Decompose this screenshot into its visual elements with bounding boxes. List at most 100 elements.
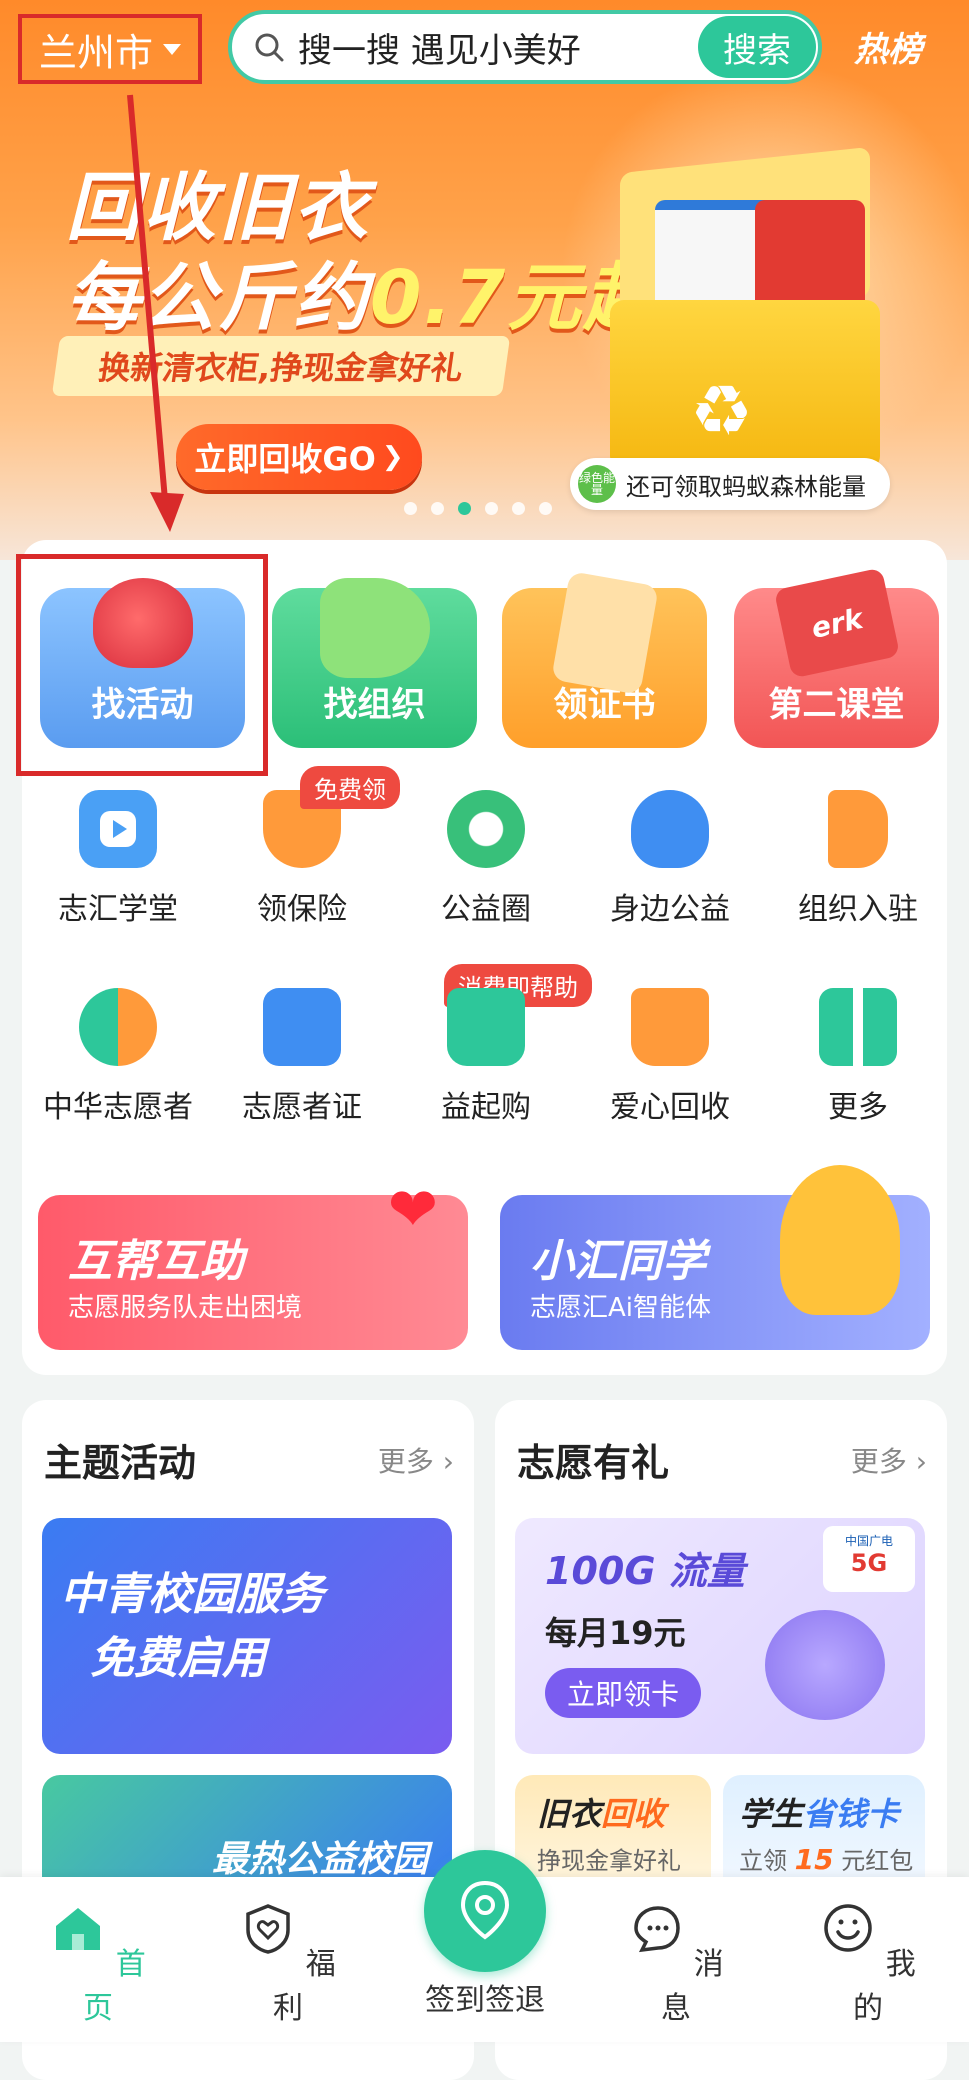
heart-icon: ❤ <box>387 1175 438 1245</box>
ai-assistant-promo[interactable]: 小汇同学 志愿汇Ai智能体 <box>500 1165 930 1350</box>
grid-icon <box>819 988 897 1066</box>
service-nearby-charity[interactable]: 身边公益 <box>590 790 750 928</box>
volunteer-logo-icon <box>79 988 157 1066</box>
leaf-ring-icon <box>447 790 525 868</box>
data-plan-price: 每月19元 <box>545 1614 686 1652</box>
mini-card-subtitle-part1: 立领 <box>739 1847 787 1875</box>
free-tag-badge: 免费领 <box>300 766 400 809</box>
mutual-help-promo[interactable]: 互帮互助 志愿服务队走出困境 ❤ <box>38 1175 468 1350</box>
flag-icon <box>828 790 888 868</box>
carrier-logo: 中国广电 5G <box>823 1526 915 1592</box>
tab-messages[interactable]: 消息 <box>616 1900 736 2027</box>
green-energy-badge: 绿色能量 <box>578 465 616 503</box>
service-label: 志汇学堂 <box>58 892 178 927</box>
heart-location-icon <box>631 790 709 868</box>
recycle-now-label: 立即回收GO <box>194 440 376 478</box>
search-button[interactable]: 搜索 <box>698 16 816 78</box>
mini-card-title: 学生省钱卡 <box>739 1789 899 1835</box>
service-charity-circle[interactable]: 公益圈 <box>406 790 566 928</box>
mini-card-title-part1: 旧衣 <box>537 1795 602 1833</box>
service-more[interactable]: 更多 <box>778 988 938 1126</box>
service-zhihui-academy[interactable]: 志汇学堂 <box>38 790 198 928</box>
ai-mascot-icon <box>780 1165 900 1315</box>
chat-bubble-icon <box>634 1906 680 1953</box>
city-label: 兰州市 <box>38 30 153 75</box>
service-yiqigou[interactable]: 益起购 <box>406 988 566 1126</box>
second-classroom-label: 第二课堂 <box>768 685 905 725</box>
campus-banner-title: 中青校园服务 <box>60 1569 324 1620</box>
mini-card-title-part2: 回收 <box>601 1795 666 1833</box>
tab-label: 我的 <box>853 1947 916 2026</box>
tab-checkin-label[interactable]: 签到签退 <box>408 1975 562 2019</box>
carousel-dot[interactable] <box>485 502 498 515</box>
ant-forest-pill[interactable]: 绿色能量 还可领取蚂蚁森林能量 <box>570 458 890 510</box>
get-card-button[interactable]: 立即领卡 <box>545 1668 701 1718</box>
service-insurance[interactable]: 领保险 <box>222 790 382 928</box>
ant-forest-text: 还可领取蚂蚁森林能量 <box>626 472 866 501</box>
promo-title: 小汇同学 <box>530 1236 706 1287</box>
banner-subtitle-text: 换新清衣柜,挣现金拿好礼 <box>95 349 466 387</box>
carousel-dot[interactable] <box>512 502 525 515</box>
service-volunteer-card[interactable]: 志愿者证 <box>222 988 382 1126</box>
data-plan-title: 100G 流量 <box>545 1549 745 1593</box>
second-classroom-tile[interactable]: erk 第二课堂 <box>734 567 939 748</box>
service-label: 志愿者证 <box>242 1090 362 1125</box>
campus-banner-subtitle: 免费启用 <box>90 1633 266 1684</box>
service-love-recycle[interactable]: 爱心回收 <box>590 988 750 1126</box>
recycle-now-button[interactable]: 立即回收GO ❯ <box>176 424 422 490</box>
service-label: 益起购 <box>441 1090 531 1125</box>
home-icon <box>56 1908 101 1950</box>
play-icon <box>79 790 157 868</box>
checkin-button[interactable] <box>424 1850 546 1972</box>
find-organization-tile[interactable]: 找组织 <box>272 578 477 748</box>
carousel-dot[interactable] <box>539 502 552 515</box>
love-box-icon <box>631 988 709 1066</box>
carousel-indicator <box>404 502 552 515</box>
shopping-bag-icon <box>447 988 525 1066</box>
promo-subtitle: 志愿汇Ai智能体 <box>530 1293 712 1323</box>
hot-list-link[interactable]: 热榜 <box>854 22 922 71</box>
banner-title-prefix: 每公斤约 <box>66 255 370 341</box>
certificate-icon <box>550 571 659 695</box>
service-label: 领保险 <box>257 892 347 927</box>
search-input[interactable]: 搜一搜 遇见小美好 <box>298 23 698 72</box>
city-selector[interactable]: 兰州市 <box>18 14 202 84</box>
campus-service-banner[interactable]: 中青校园服务 免费启用 <box>42 1518 452 1754</box>
carousel-dot-active[interactable] <box>458 502 471 515</box>
service-china-volunteer[interactable]: 中华志愿者 <box>38 988 198 1126</box>
recycle-icon: ♻ <box>690 370 753 452</box>
theme-activity-more-link[interactable]: 更多 › <box>378 1440 454 1480</box>
shield-heart-icon <box>246 1904 290 1954</box>
theme-activity-title: 主题活动 <box>44 1441 197 1485</box>
carrier-name: 中国广电 <box>844 1534 893 1548</box>
mini-card-subtitle-part2: 元红包 <box>841 1847 914 1875</box>
service-label: 公益圈 <box>441 892 531 927</box>
tab-label: 消息 <box>661 1947 724 2026</box>
service-label: 更多 <box>828 1090 888 1125</box>
tab-label: 福利 <box>273 1947 336 2026</box>
carousel-dot[interactable] <box>404 502 417 515</box>
tab-home[interactable]: 首页 <box>38 1900 158 2027</box>
hot-campus-title: 最热公益校园 <box>212 1839 429 1880</box>
carousel-dot[interactable] <box>431 502 444 515</box>
carrier-5g-tag: 5G <box>850 1549 888 1577</box>
tab-welfare[interactable]: 福利 <box>228 1900 348 2027</box>
service-label: 组织入驻 <box>798 892 918 927</box>
get-certificate-tile[interactable]: 领证书 <box>502 571 707 748</box>
location-pin-icon <box>460 1880 510 1940</box>
find-organization-label: 找组织 <box>323 685 426 725</box>
data-plan-banner[interactable]: 100G 流量 每月19元 立即领卡 中国广电 5G <box>515 1518 925 1754</box>
service-label: 中华志愿者 <box>43 1090 193 1125</box>
volunteer-gift-title: 志愿有礼 <box>517 1441 670 1485</box>
smiley-face-icon <box>824 1904 872 1952</box>
volunteer-gift-more-link[interactable]: 更多 › <box>851 1440 927 1480</box>
tab-profile[interactable]: 我的 <box>808 1900 928 2027</box>
banner-title-line2: 每公斤约0.7元起 <box>66 238 659 345</box>
chevron-right-icon: ❯ <box>381 442 404 472</box>
service-org-onboard[interactable]: 组织入驻 <box>778 790 938 928</box>
mini-card-title-part2: 省钱卡 <box>803 1795 900 1833</box>
wifi-signal-icon <box>765 1610 885 1720</box>
red-packet-amount: 15 <box>794 1843 834 1876</box>
search-bar[interactable]: 搜一搜 遇见小美好 搜索 <box>228 10 822 84</box>
service-label: 爱心回收 <box>610 1090 730 1125</box>
